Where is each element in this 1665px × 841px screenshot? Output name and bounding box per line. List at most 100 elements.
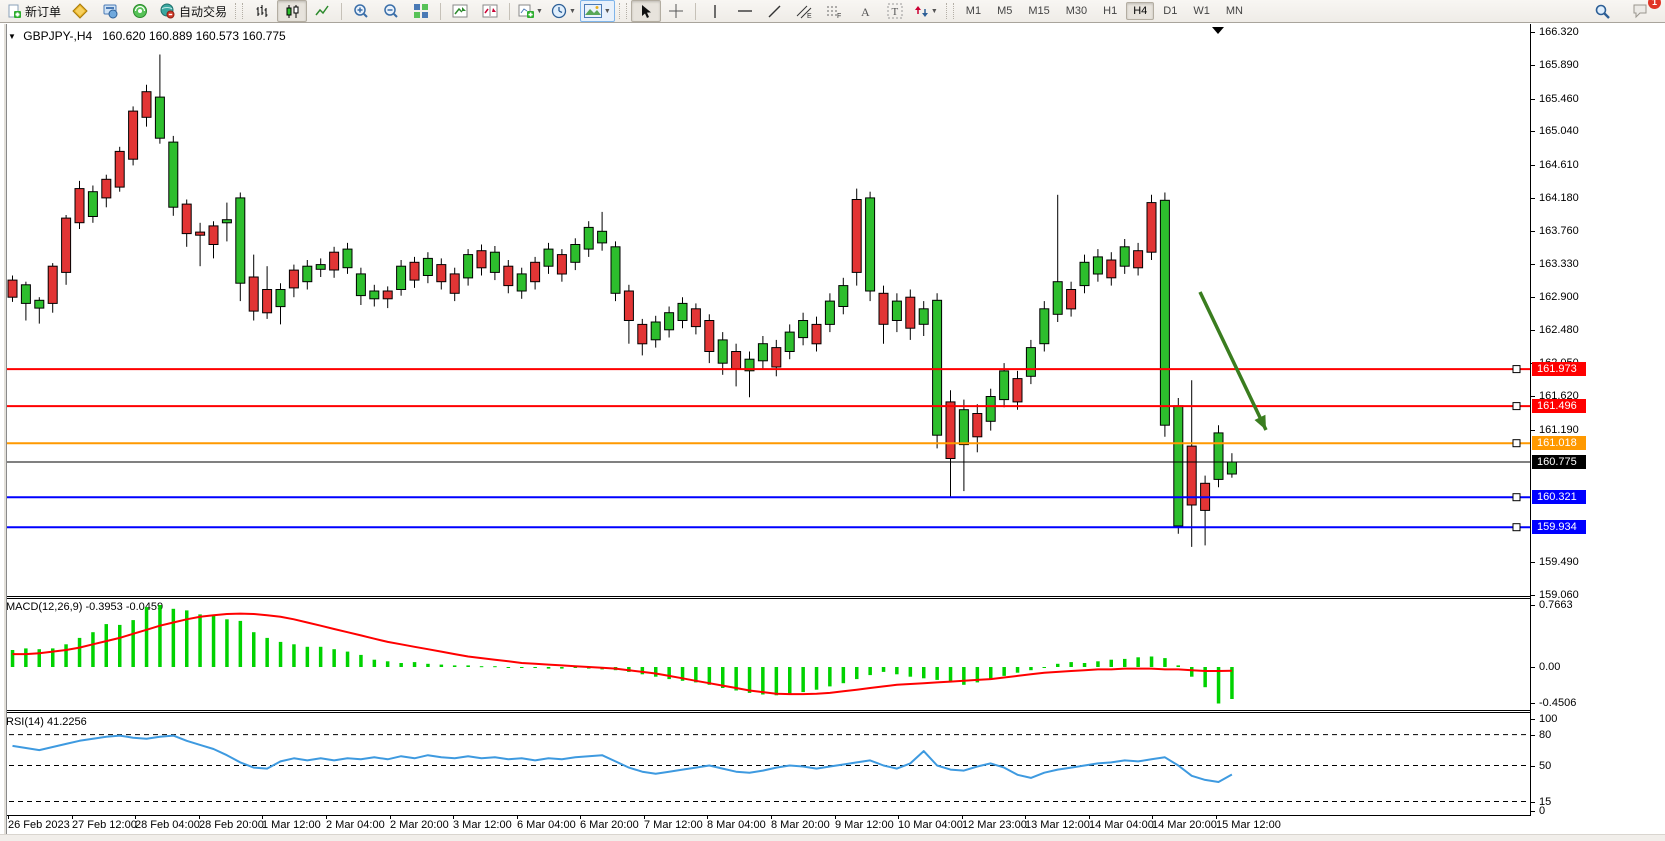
macd-histogram-bar [1217,667,1221,704]
macd-histogram-bar [480,666,484,667]
candle [276,290,285,307]
toolbar-separator [440,3,441,20]
candle [839,286,848,307]
candle [598,231,607,243]
line-anchor-handle[interactable] [1513,366,1520,373]
timeframe-M15[interactable]: M15 [1021,2,1056,20]
price-axis-tick [1531,595,1535,596]
candle [973,414,982,437]
navigator-button[interactable] [125,0,155,22]
price-axis-tick [1531,99,1535,100]
cursor-button[interactable] [631,0,661,22]
macd-histogram-bar [24,648,28,667]
candle [1107,260,1116,278]
navigator-icon [132,3,148,19]
candle [638,324,647,343]
text-button[interactable]: A [850,0,880,22]
periods-button[interactable]: ▼ [547,0,580,22]
horizontal-line-button[interactable] [730,0,760,22]
add-indicator-button[interactable]: ▼ [514,0,547,22]
panel-separator[interactable] [0,596,1531,597]
indicator-window-button[interactable] [445,0,475,22]
rsi-axis-label: 80 [1539,729,1551,741]
equidistant-channel-button[interactable]: E [790,0,820,22]
zoom-out-button[interactable] [376,0,406,22]
timeframe-W1[interactable]: W1 [1186,2,1217,20]
crosshair-button[interactable] [661,0,691,22]
rsi-indicator-panel[interactable] [0,713,1530,815]
dropdown-caret-icon: ▼ [931,8,938,15]
drawn-arrow-annotation[interactable] [1200,292,1266,430]
macd-histogram-bar [882,667,886,672]
autotrading-button[interactable]: 自动交易 [155,0,231,22]
time-axis-label: 6 Mar 20:00 [580,819,639,831]
macd-histogram-bar [212,616,216,667]
timeframe-D1[interactable]: D1 [1156,2,1184,20]
macd-histogram-bar [1016,667,1020,673]
macd-histogram-bar [1029,667,1033,670]
scrollbar-strip[interactable] [0,834,1665,841]
bar-chart-button[interactable] [247,0,277,22]
macd-histogram-bar [239,621,243,667]
market-watch-button[interactable] [65,0,95,22]
macd-axis-label: -0.4506 [1539,697,1576,709]
line-anchor-handle[interactable] [1513,403,1520,410]
macd-histogram-bar [1002,667,1006,676]
macd-indicator-panel[interactable] [0,599,1530,710]
timeframe-M30[interactable]: M30 [1059,2,1094,20]
data-window-button[interactable] [95,0,125,22]
timeframe-MN[interactable]: MN [1219,2,1250,20]
macd-histogram-bar [761,667,765,695]
candle [343,249,352,268]
candle [705,321,714,352]
main-price-chart[interactable] [0,24,1530,596]
zoom-in-button[interactable] [346,0,376,22]
timeframe-H4[interactable]: H4 [1126,2,1154,20]
candle [571,245,580,263]
price-axis-border [1530,24,1531,815]
macd-histogram-bar [426,664,430,667]
candlestick-chart-button[interactable] [277,0,307,22]
macd-histogram-bar [359,655,363,667]
chart-shift-marker-icon[interactable] [1212,27,1224,34]
timeframe-M1[interactable]: M1 [959,2,988,20]
search-button[interactable] [1587,0,1617,22]
candle [504,266,513,285]
macd-histogram-bar [172,609,176,667]
time-axis-label: 8 Mar 20:00 [771,819,830,831]
macd-histogram-bar [346,652,350,667]
line-chart-button[interactable] [307,0,337,22]
new-order-button[interactable]: 新订单 [3,0,65,22]
line-anchor-handle[interactable] [1513,440,1520,447]
vertical-line-button[interactable] [700,0,730,22]
macd-histogram-bar [1230,667,1234,699]
rsi-axis-tick [1531,811,1535,812]
timeframe-H1[interactable]: H1 [1096,2,1124,20]
macd-histogram-bar [279,642,283,667]
candle [115,151,124,187]
dropdown-caret-icon: ▼ [569,8,576,15]
notifications-button[interactable]: 1 [1625,0,1655,22]
candle [959,410,968,445]
trendline-button[interactable] [760,0,790,22]
candle [1160,200,1169,425]
arrows-button[interactable]: ▼ [910,0,942,22]
candle [812,324,821,343]
macd-histogram-bar [868,667,872,675]
candle [129,111,138,159]
line-anchor-handle[interactable] [1513,524,1520,531]
window-left-splitter[interactable] [0,24,7,834]
text-label-button[interactable]: T [880,0,910,22]
fibonacci-button[interactable]: F [820,0,850,22]
tile-windows-button[interactable] [406,0,436,22]
period-window-button[interactable] [475,0,505,22]
macd-histogram-bar [654,667,658,677]
price-axis-label: 164.610 [1539,159,1579,171]
timeframe-group: M1M5M15M30H1H4D1W1MN [958,2,1251,20]
templates-button[interactable]: ▼ [580,0,615,22]
panel-separator[interactable] [0,710,1531,711]
price-axis-tick [1531,198,1535,199]
line-anchor-handle[interactable] [1513,494,1520,501]
timeframe-M5[interactable]: M5 [990,2,1019,20]
candles-layer [8,55,1236,547]
